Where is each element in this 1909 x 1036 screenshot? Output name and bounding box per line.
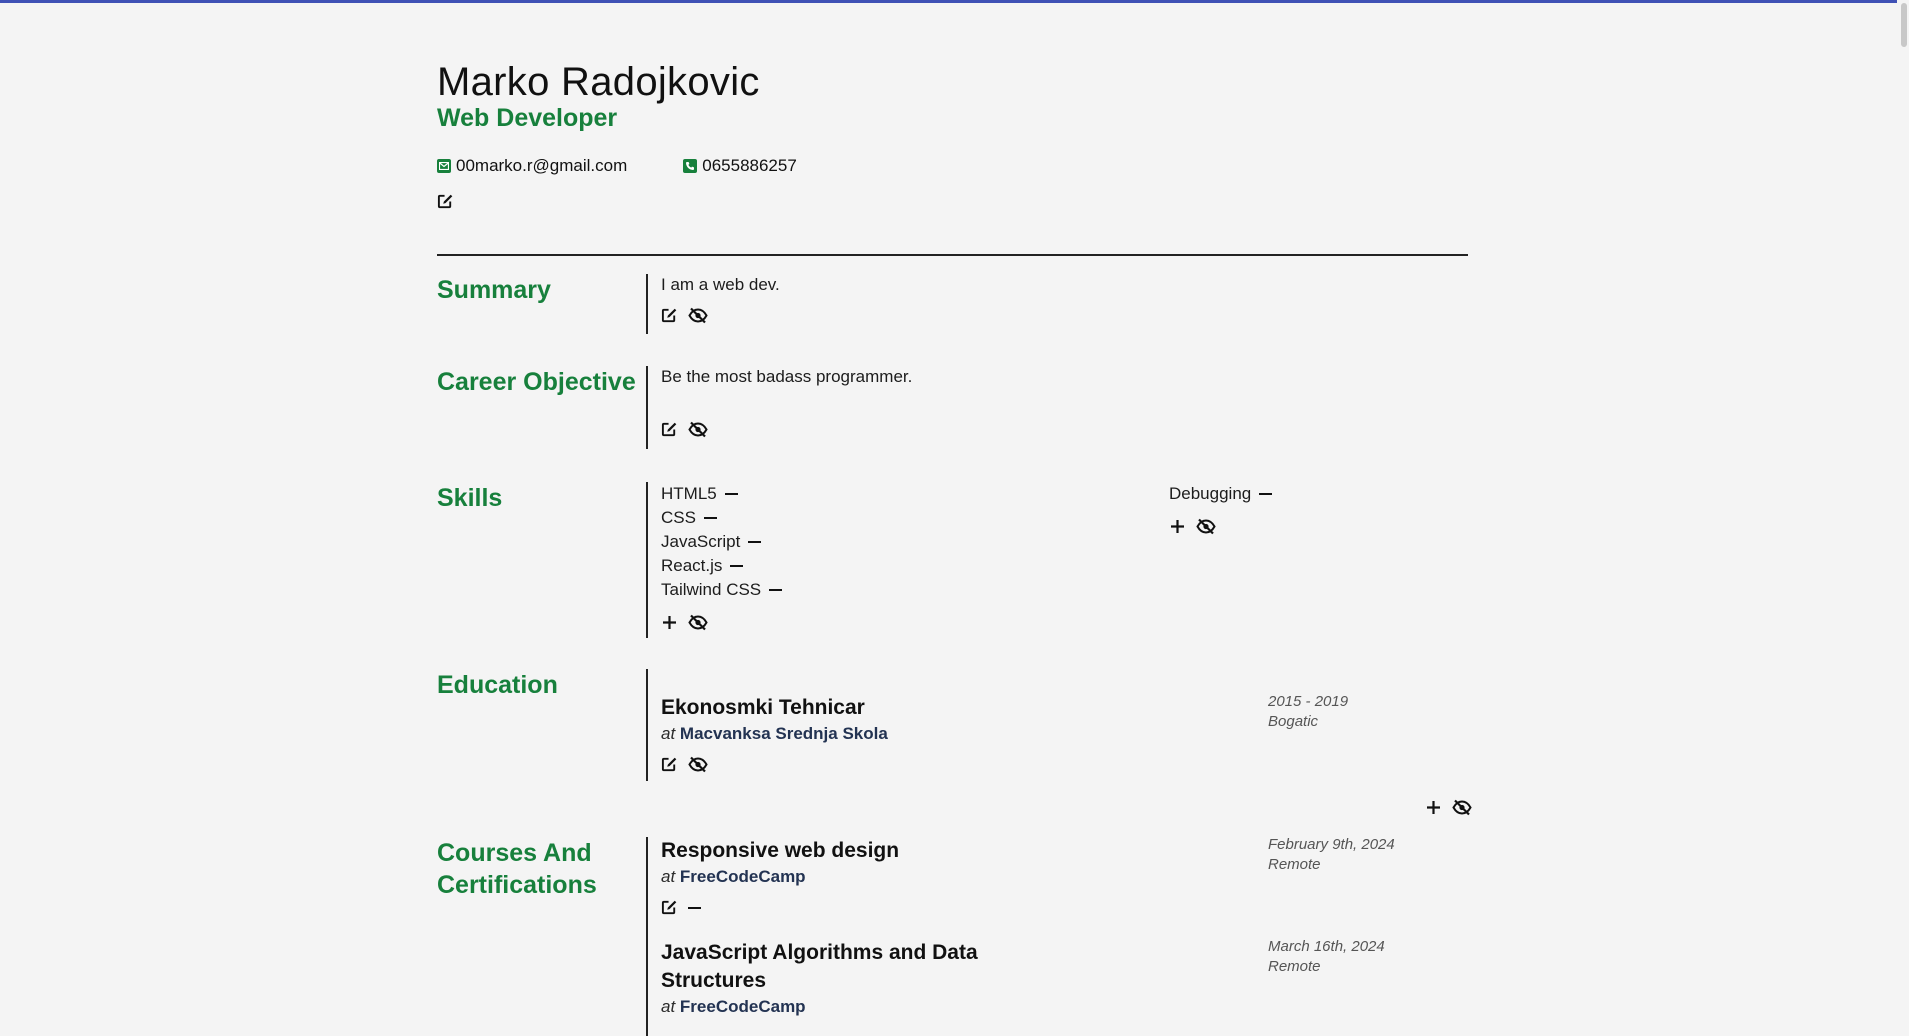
- entry-title: JavaScript Algorithms and Data Structure…: [661, 941, 978, 992]
- at-label: at: [661, 997, 676, 1016]
- objective-title: Career Objective: [437, 368, 636, 396]
- education-actions: [1425, 799, 1472, 817]
- skill-item: HTML5: [661, 482, 782, 506]
- edit-icon[interactable]: [661, 899, 679, 917]
- phone-icon: [683, 159, 698, 173]
- skills-body: HTML5 CSS JavaScript React.js Tailwind C…: [646, 482, 1468, 638]
- edit-icon[interactable]: [661, 307, 679, 325]
- entry-location: Remote: [1268, 958, 1321, 975]
- summary-text: I am a web dev.: [661, 275, 780, 294]
- objective-actions: [661, 421, 1468, 439]
- education-title: Education: [437, 671, 558, 699]
- eye-slash-icon[interactable]: [1196, 518, 1216, 536]
- entry-institution: at FreeCodeCamp: [661, 997, 1001, 1017]
- envelope-icon: [437, 159, 451, 173]
- courses-title: Courses And Certifications: [437, 839, 597, 899]
- minus-icon[interactable]: [730, 565, 744, 567]
- skills-column-2: Debugging: [1169, 482, 1273, 536]
- skill-label: JavaScript: [661, 532, 741, 551]
- contact-info: 00marko.r@gmail.com 0655886257: [437, 156, 797, 176]
- skill-label: Tailwind CSS: [661, 580, 762, 599]
- email-text: 00marko.r@gmail.com: [456, 156, 628, 175]
- summary-actions: [661, 307, 1468, 325]
- skill-label: React.js: [661, 556, 723, 575]
- eye-slash-icon[interactable]: [688, 307, 708, 325]
- education-entry-actions: [661, 756, 1468, 774]
- eye-slash-icon[interactable]: [688, 756, 708, 774]
- eye-slash-icon[interactable]: [688, 614, 708, 632]
- courses-body: Responsive web design at FreeCodeCamp Fe…: [646, 835, 1468, 1036]
- skill-label: CSS: [661, 508, 696, 527]
- entry-meta: March 16th, 2024 Remote: [1268, 937, 1385, 977]
- entry-meta: 2015 - 2019 Bogatic: [1268, 692, 1348, 732]
- minus-icon[interactable]: [748, 541, 762, 543]
- plus-icon[interactable]: [1425, 799, 1443, 817]
- top-accent-bar: [0, 0, 1909, 3]
- minus-icon[interactable]: [724, 493, 738, 495]
- email-item: 00marko.r@gmail.com: [437, 156, 627, 176]
- course-entry: Responsive web design at FreeCodeCamp Fe…: [661, 835, 1468, 917]
- minus-icon[interactable]: [769, 589, 783, 591]
- org-name: FreeCodeCamp: [679, 867, 806, 886]
- header-divider: [437, 254, 1468, 256]
- at-label: at: [661, 724, 676, 743]
- phone-item: 0655886257: [683, 156, 797, 176]
- objective-body: Be the most badass programmer.: [646, 366, 1468, 449]
- course-entry-actions: [661, 899, 1468, 917]
- skill-item: JavaScript: [661, 530, 782, 554]
- skills-column-1: HTML5 CSS JavaScript React.js Tailwind C…: [661, 482, 783, 632]
- skill-item: Tailwind CSS: [661, 578, 783, 602]
- entry-location: Bogatic: [1268, 713, 1319, 730]
- person-name: Marko Radojkovic: [437, 60, 760, 104]
- course-entry: JavaScript Algorithms and Data Structure…: [661, 938, 1385, 1017]
- edit-icon[interactable]: [661, 421, 679, 439]
- skill-label: Debugging: [1169, 484, 1252, 503]
- minus-icon[interactable]: [1259, 493, 1273, 495]
- summary-body: I am a web dev.: [646, 274, 1468, 334]
- skill-label: HTML5: [661, 484, 717, 503]
- entry-dates: March 16th, 2024: [1268, 938, 1385, 955]
- minus-icon[interactable]: [703, 517, 717, 519]
- phone-text: 0655886257: [702, 156, 797, 175]
- education-body: Ekonosmki Tehnicar at Macvanksa Srednja …: [646, 669, 1468, 781]
- entry-meta: February 9th, 2024 Remote: [1268, 835, 1395, 875]
- edit-icon[interactable]: [661, 756, 679, 774]
- org-name: Macvanksa Srednja Skola: [679, 724, 888, 743]
- skills-col1-actions: [661, 614, 782, 632]
- skill-item: React.js: [661, 554, 782, 578]
- eye-slash-icon[interactable]: [1452, 799, 1472, 817]
- objective-text: Be the most badass programmer.: [661, 367, 913, 386]
- entry-dates: February 9th, 2024: [1268, 836, 1395, 853]
- skill-item: Debugging: [1169, 482, 1273, 506]
- scrollbar[interactable]: [1897, 0, 1909, 1036]
- edit-header-button[interactable]: [437, 193, 455, 216]
- skills-title: Skills: [437, 484, 503, 512]
- eye-slash-icon[interactable]: [688, 421, 708, 439]
- education-entry: Ekonosmki Tehnicar at Macvanksa Srednja …: [661, 669, 1468, 774]
- entry-location: Remote: [1268, 856, 1321, 873]
- at-label: at: [661, 867, 676, 886]
- skill-item: CSS: [661, 506, 782, 530]
- job-title: Web Developer: [437, 104, 618, 132]
- plus-icon[interactable]: [1169, 518, 1187, 536]
- summary-title: Summary: [437, 276, 551, 304]
- edit-icon[interactable]: [437, 193, 455, 211]
- org-name: FreeCodeCamp: [679, 997, 806, 1016]
- entry-dates: 2015 - 2019: [1268, 693, 1349, 710]
- minus-icon[interactable]: [688, 899, 706, 917]
- skills-col2-actions: [1169, 518, 1272, 536]
- scrollbar-thumb[interactable]: [1901, 3, 1907, 47]
- plus-icon[interactable]: [661, 614, 679, 632]
